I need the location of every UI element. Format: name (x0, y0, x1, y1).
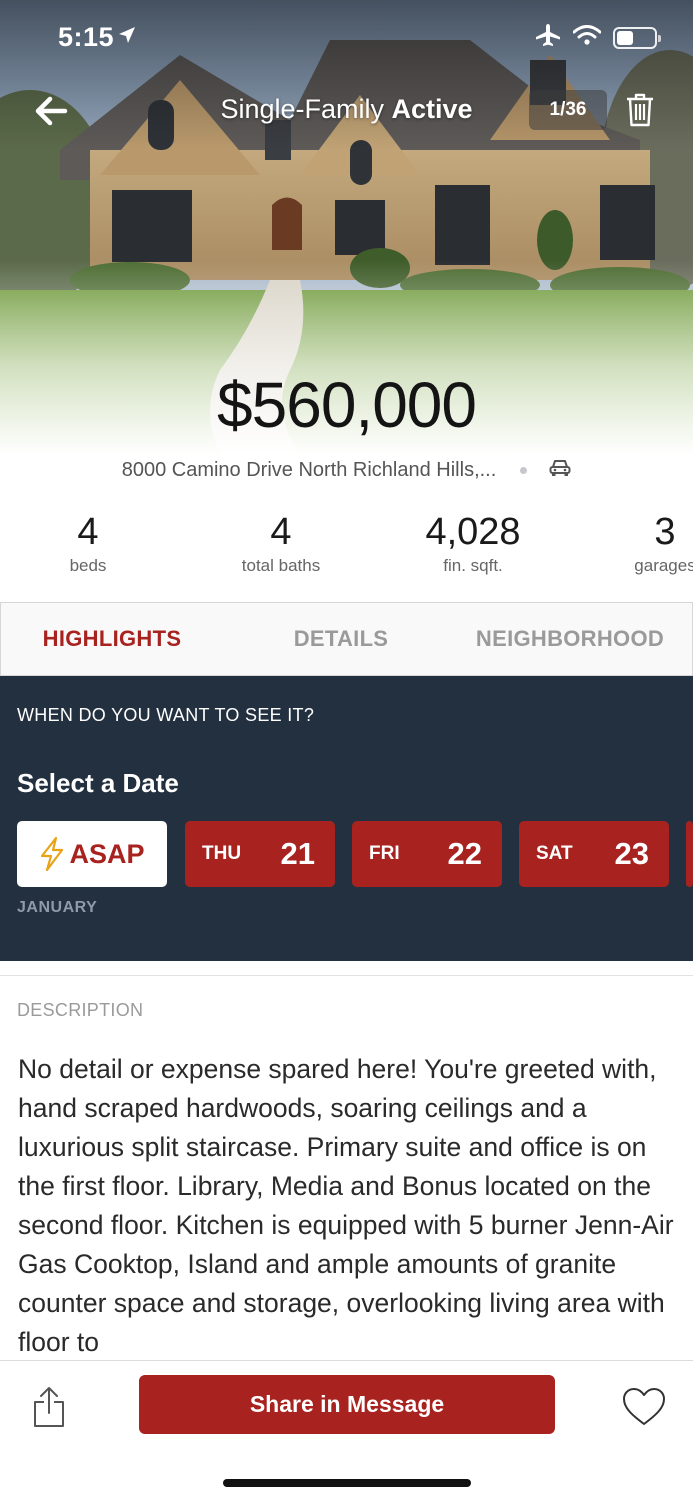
back-button[interactable] (30, 90, 72, 132)
date-dow: SAT (536, 843, 573, 864)
tab-neighborhood[interactable]: NEIGHBORHOOD (456, 603, 684, 675)
listing-address[interactable]: 8000 Camino Drive North Richland Hills,.… (122, 459, 497, 482)
battery-icon (613, 26, 661, 49)
date-chip-thu[interactable]: THU 21 (185, 821, 335, 887)
listing-price: $560,000 (217, 369, 477, 441)
airplane-icon (535, 24, 561, 51)
description-text: No detail or expense spared here! You're… (18, 1054, 674, 1357)
share-in-message-button[interactable]: Share in Message (139, 1375, 555, 1434)
status-time: 5:15 (58, 22, 115, 52)
nav-title-type: Single-Family (220, 94, 384, 124)
separator-dot (520, 466, 528, 474)
date-chip-fri[interactable]: FRI 22 (352, 821, 502, 887)
stat-value: 3 (654, 511, 676, 553)
favorite-button[interactable] (620, 1383, 668, 1431)
status-icons (535, 24, 661, 51)
stat-sqft: 4,028 fin. sqft. (393, 510, 553, 576)
stat-baths: 4 total baths (201, 510, 361, 576)
scheduler-title: Select a Date (17, 768, 179, 798)
location-arrow-icon (118, 26, 136, 49)
tab-details[interactable]: DETAILS (231, 603, 451, 675)
divider (0, 975, 693, 976)
wifi-icon (572, 25, 602, 50)
back-arrow-icon (35, 96, 68, 126)
stat-beds: 4 beds (8, 510, 168, 576)
asap-label: ASAP (69, 838, 145, 869)
nav-title: Single-Family Active (160, 94, 533, 125)
scheduler-question: WHEN DO YOU WANT TO SEE IT? (17, 705, 315, 725)
date-chip-next-partial[interactable] (686, 821, 693, 887)
date-dow: FRI (369, 843, 400, 864)
date-day: 21 (280, 836, 315, 871)
section-tabs: HIGHLIGHTS DETAILS NEIGHBORHOOD (0, 602, 693, 676)
stat-label: total baths (241, 556, 321, 575)
stat-label: beds (69, 556, 107, 575)
heart-icon (623, 1388, 665, 1425)
description-label: DESCRIPTION (17, 1000, 144, 1020)
showing-scheduler: WHEN DO YOU WANT TO SEE IT? Select a Dat… (0, 676, 693, 961)
lightning-icon (41, 837, 64, 871)
date-day: 22 (447, 836, 482, 871)
date-chip-sat[interactable]: SAT 23 (519, 821, 669, 887)
car-icon[interactable] (549, 459, 571, 482)
trash-icon (627, 93, 653, 127)
home-indicator (223, 1479, 471, 1487)
date-day: 23 (614, 836, 649, 871)
status-bar: 5:15 (0, 0, 693, 75)
asap-button[interactable]: ASAP (17, 821, 167, 887)
stat-garages: 3 garages (585, 510, 693, 576)
stat-value: 4 (270, 511, 292, 553)
stat-value: 4 (77, 511, 99, 553)
share-button[interactable] (28, 1383, 70, 1431)
stat-value: 4,028 (425, 511, 521, 553)
month-label: JANUARY (17, 899, 98, 916)
listing-stats: 4 beds 4 total baths 4,028 fin. sqft. 3 … (0, 510, 693, 590)
hero-section: 5:15 Single-Family Active 1/36 $560,000 (0, 0, 693, 455)
address-row: 8000 Camino Drive North Richland Hills,.… (0, 455, 693, 485)
trash-button[interactable] (622, 90, 658, 130)
battery-level (617, 30, 634, 45)
bottom-action-bar: Share in Message (0, 1360, 693, 1500)
nav-title-status: Active (391, 94, 473, 124)
tab-highlights[interactable]: HIGHLIGHTS (1, 603, 223, 675)
stat-label: garages (634, 556, 693, 575)
date-dow: THU (202, 843, 242, 864)
share-icon (34, 1387, 64, 1427)
photo-counter[interactable]: 1/36 (529, 90, 607, 130)
stat-label: fin. sqft. (443, 556, 503, 575)
